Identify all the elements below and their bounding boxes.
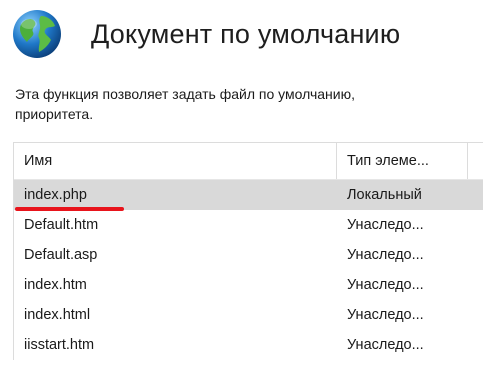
row-type-cell: Унаследо...	[347, 277, 424, 293]
table-row[interactable]: index.php Локальный	[14, 180, 483, 210]
default-documents-list: Имя Тип элеме... index.php Локальный Def…	[13, 142, 483, 360]
table-row[interactable]: iisstart.htm Унаследо...	[14, 330, 483, 360]
table-row[interactable]: Default.htm Унаследо...	[14, 210, 483, 240]
page-header: Документ по умолчанию	[11, 6, 400, 62]
row-type-cell: Локальный	[347, 187, 422, 203]
row-name-cell: index.htm	[24, 277, 87, 293]
table-header-row: Имя Тип элеме...	[14, 143, 483, 180]
feature-description: Эта функция позволяет задать файл по умо…	[15, 84, 483, 124]
row-name-cell: index.php	[24, 187, 87, 203]
row-type-cell: Унаследо...	[347, 307, 424, 323]
row-name-cell: iisstart.htm	[24, 337, 95, 353]
column-header-name[interactable]: Имя	[14, 143, 337, 179]
row-type-cell: Унаследо...	[347, 247, 424, 263]
row-name-cell: Default.asp	[24, 247, 98, 263]
row-type-cell: Унаследо...	[347, 337, 424, 353]
table-row[interactable]: index.html Унаследо...	[14, 300, 483, 330]
globe-icon	[13, 10, 61, 58]
description-line-1: Эта функция позволяет задать файл по умо…	[15, 86, 355, 102]
red-annotation-underline	[15, 207, 124, 211]
row-name-cell: index.html	[24, 307, 91, 323]
column-header-entry-type[interactable]: Тип элеме...	[337, 143, 468, 179]
table-row[interactable]: index.htm Унаследо...	[14, 270, 483, 300]
page-title: Документ по умолчанию	[91, 18, 401, 49]
row-name-cell: Default.htm	[24, 217, 99, 233]
table-row[interactable]: Default.asp Унаследо...	[14, 240, 483, 270]
row-type-cell: Унаследо...	[347, 217, 424, 233]
description-line-2: приоритета.	[15, 106, 94, 122]
default-document-page: Документ по умолчанию Эта функция позвол…	[0, 0, 483, 373]
